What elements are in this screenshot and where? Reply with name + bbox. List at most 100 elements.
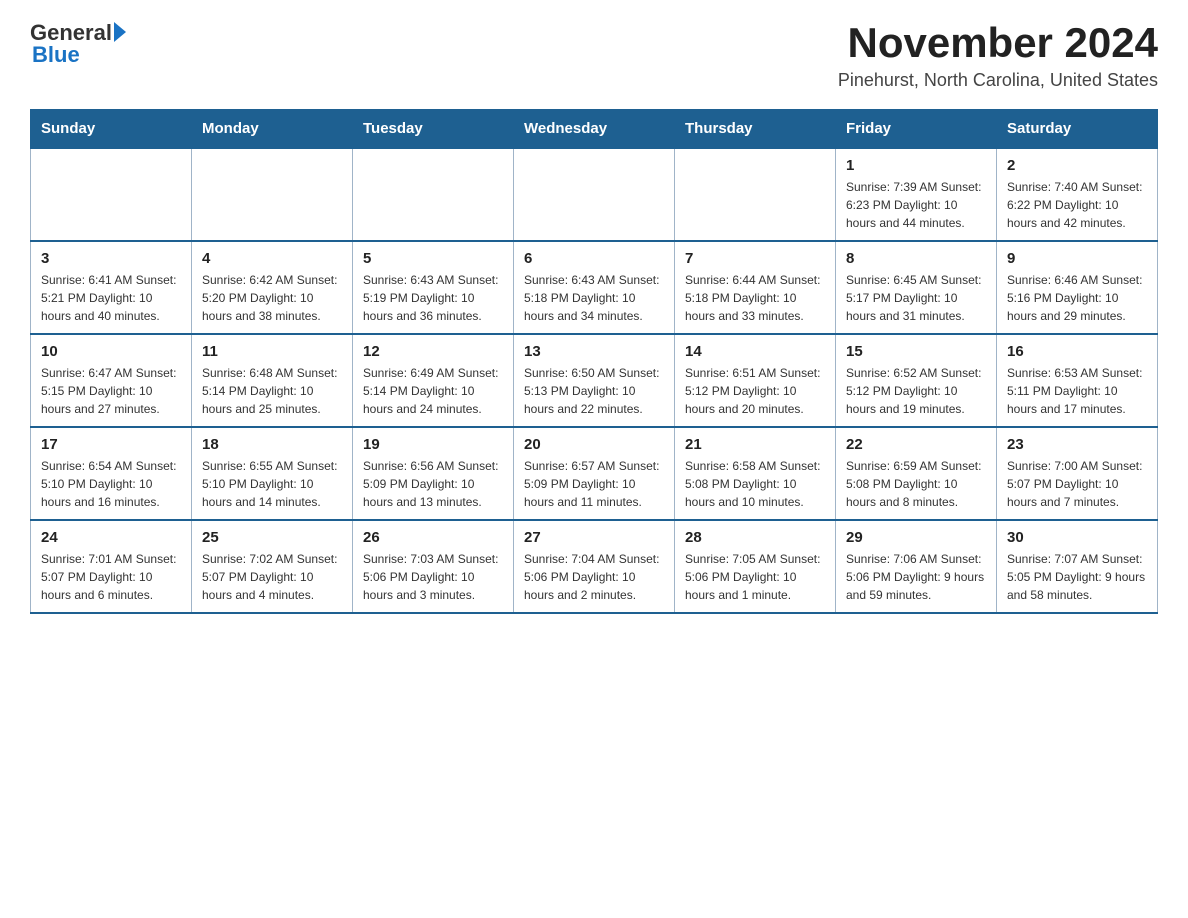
day-info: Sunrise: 6:51 AM Sunset: 5:12 PM Dayligh… (685, 364, 825, 418)
day-cell: 21Sunrise: 6:58 AM Sunset: 5:08 PM Dayli… (675, 427, 836, 520)
day-info: Sunrise: 6:43 AM Sunset: 5:19 PM Dayligh… (363, 271, 503, 325)
day-cell: 16 Sunrise: 6:53 AM Sunset: 5:11 PM Dayli… (997, 334, 1158, 427)
week-row-4: 17 Sunrise: 6:54 AM Sunset: 5:10 PM Dayli… (31, 427, 1158, 520)
day-info: Sunrise: 7:01 AM Sunset: 5:07 PM Dayligh… (41, 550, 181, 604)
day-number: 4 (202, 250, 342, 267)
days-of-week-row: SundayMondayTuesdayWednesdayThursdayFrid… (31, 110, 1158, 149)
day-cell: 17 Sunrise: 6:54 AM Sunset: 5:10 PM Dayli… (31, 427, 192, 520)
day-info: Sunrise: 6:53 AM Sunset: 5:11 PM Dayligh… (1007, 364, 1147, 418)
day-info: Sunrise: 6:56 AM Sunset: 5:09 PM Dayligh… (363, 457, 503, 511)
day-info: Sunrise: 6:54 AM Sunset: 5:10 PM Dayligh… (41, 457, 181, 511)
day-number: 26 (363, 529, 503, 546)
day-number: 11 (202, 343, 342, 360)
day-number: 18 (202, 436, 342, 453)
day-cell: 5 Sunrise: 6:43 AM Sunset: 5:19 PM Daylig… (353, 241, 514, 334)
day-number: 29 (846, 529, 986, 546)
day-cell: 12 Sunrise: 6:49 AM Sunset: 5:14 PM Dayli… (353, 334, 514, 427)
day-header-thursday: Thursday (675, 110, 836, 149)
day-info: Sunrise: 6:49 AM Sunset: 5:14 PM Dayligh… (363, 364, 503, 418)
day-info: Sunrise: 6:59 AM Sunset: 5:08 PM Dayligh… (846, 457, 986, 511)
day-cell: 6 Sunrise: 6:43 AM Sunset: 5:18 PM Daylig… (514, 241, 675, 334)
day-number: 13 (524, 343, 664, 360)
logo: General Blue (30, 20, 126, 68)
day-cell (31, 148, 192, 241)
day-info: Sunrise: 6:47 AM Sunset: 5:15 PM Dayligh… (41, 364, 181, 418)
day-info: Sunrise: 7:07 AM Sunset: 5:05 PM Dayligh… (1007, 550, 1147, 604)
day-number: 17 (41, 436, 181, 453)
day-info: Sunrise: 6:43 AM Sunset: 5:18 PM Dayligh… (524, 271, 664, 325)
week-row-2: 3Sunrise: 6:41 AM Sunset: 5:21 PM Daylig… (31, 241, 1158, 334)
page-header: General Blue November 2024 Pinehurst, No… (30, 20, 1158, 91)
day-cell: 8 Sunrise: 6:45 AM Sunset: 5:17 PM Daylig… (836, 241, 997, 334)
day-cell: 26 Sunrise: 7:03 AM Sunset: 5:06 PM Dayli… (353, 520, 514, 613)
day-info: Sunrise: 7:39 AM Sunset: 6:23 PM Dayligh… (846, 178, 986, 232)
day-number: 1 (846, 157, 986, 174)
day-cell: 7Sunrise: 6:44 AM Sunset: 5:18 PM Daylig… (675, 241, 836, 334)
day-number: 28 (685, 529, 825, 546)
day-info: Sunrise: 6:55 AM Sunset: 5:10 PM Dayligh… (202, 457, 342, 511)
day-info: Sunrise: 6:48 AM Sunset: 5:14 PM Dayligh… (202, 364, 342, 418)
day-cell: 15 Sunrise: 6:52 AM Sunset: 5:12 PM Dayli… (836, 334, 997, 427)
day-cell: 2 Sunrise: 7:40 AM Sunset: 6:22 PM Daylig… (997, 148, 1158, 241)
calendar-table: SundayMondayTuesdayWednesdayThursdayFrid… (30, 109, 1158, 614)
day-info: Sunrise: 6:45 AM Sunset: 5:17 PM Dayligh… (846, 271, 986, 325)
day-cell: 18 Sunrise: 6:55 AM Sunset: 5:10 PM Dayli… (192, 427, 353, 520)
day-number: 6 (524, 250, 664, 267)
calendar-header: SundayMondayTuesdayWednesdayThursdayFrid… (31, 110, 1158, 149)
day-info: Sunrise: 7:05 AM Sunset: 5:06 PM Dayligh… (685, 550, 825, 604)
day-header-wednesday: Wednesday (514, 110, 675, 149)
day-cell: 29 Sunrise: 7:06 AM Sunset: 5:06 PM Dayli… (836, 520, 997, 613)
title-area: November 2024 Pinehurst, North Carolina,… (838, 20, 1158, 91)
day-number: 27 (524, 529, 664, 546)
day-info: Sunrise: 7:06 AM Sunset: 5:06 PM Dayligh… (846, 550, 986, 604)
day-info: Sunrise: 7:40 AM Sunset: 6:22 PM Dayligh… (1007, 178, 1147, 232)
day-info: Sunrise: 7:04 AM Sunset: 5:06 PM Dayligh… (524, 550, 664, 604)
day-number: 8 (846, 250, 986, 267)
day-number: 16 (1007, 343, 1147, 360)
day-cell: 11 Sunrise: 6:48 AM Sunset: 5:14 PM Dayli… (192, 334, 353, 427)
day-number: 5 (363, 250, 503, 267)
day-header-friday: Friday (836, 110, 997, 149)
day-cell: 14Sunrise: 6:51 AM Sunset: 5:12 PM Dayli… (675, 334, 836, 427)
day-number: 24 (41, 529, 181, 546)
day-cell: 22 Sunrise: 6:59 AM Sunset: 5:08 PM Dayli… (836, 427, 997, 520)
day-info: Sunrise: 6:52 AM Sunset: 5:12 PM Dayligh… (846, 364, 986, 418)
day-cell: 28 Sunrise: 7:05 AM Sunset: 5:06 PM Dayli… (675, 520, 836, 613)
day-info: Sunrise: 7:02 AM Sunset: 5:07 PM Dayligh… (202, 550, 342, 604)
day-number: 22 (846, 436, 986, 453)
day-info: Sunrise: 6:46 AM Sunset: 5:16 PM Dayligh… (1007, 271, 1147, 325)
day-cell (675, 148, 836, 241)
day-cell: 10 Sunrise: 6:47 AM Sunset: 5:15 PM Dayli… (31, 334, 192, 427)
day-cell: 25 Sunrise: 7:02 AM Sunset: 5:07 PM Dayli… (192, 520, 353, 613)
week-row-1: 1 Sunrise: 7:39 AM Sunset: 6:23 PM Daylig… (31, 148, 1158, 241)
day-number: 15 (846, 343, 986, 360)
day-number: 30 (1007, 529, 1147, 546)
day-number: 7 (685, 250, 825, 267)
day-cell: 30 Sunrise: 7:07 AM Sunset: 5:05 PM Dayli… (997, 520, 1158, 613)
day-cell: 4Sunrise: 6:42 AM Sunset: 5:20 PM Daylig… (192, 241, 353, 334)
day-number: 9 (1007, 250, 1147, 267)
calendar-body: 1 Sunrise: 7:39 AM Sunset: 6:23 PM Daylig… (31, 148, 1158, 613)
day-cell (353, 148, 514, 241)
day-cell: 1 Sunrise: 7:39 AM Sunset: 6:23 PM Daylig… (836, 148, 997, 241)
calendar-subtitle: Pinehurst, North Carolina, United States (838, 70, 1158, 91)
day-info: Sunrise: 7:03 AM Sunset: 5:06 PM Dayligh… (363, 550, 503, 604)
day-cell: 27 Sunrise: 7:04 AM Sunset: 5:06 PM Dayli… (514, 520, 675, 613)
logo-blue-text: Blue (32, 42, 80, 68)
day-info: Sunrise: 7:00 AM Sunset: 5:07 PM Dayligh… (1007, 457, 1147, 511)
day-number: 2 (1007, 157, 1147, 174)
day-cell: 3Sunrise: 6:41 AM Sunset: 5:21 PM Daylig… (31, 241, 192, 334)
day-cell: 13Sunrise: 6:50 AM Sunset: 5:13 PM Dayli… (514, 334, 675, 427)
day-cell: 9 Sunrise: 6:46 AM Sunset: 5:16 PM Daylig… (997, 241, 1158, 334)
day-number: 21 (685, 436, 825, 453)
day-cell (192, 148, 353, 241)
day-cell (514, 148, 675, 241)
day-number: 12 (363, 343, 503, 360)
day-number: 10 (41, 343, 181, 360)
day-number: 25 (202, 529, 342, 546)
day-info: Sunrise: 6:41 AM Sunset: 5:21 PM Dayligh… (41, 271, 181, 325)
day-header-saturday: Saturday (997, 110, 1158, 149)
week-row-5: 24 Sunrise: 7:01 AM Sunset: 5:07 PM Dayli… (31, 520, 1158, 613)
calendar-title: November 2024 (838, 20, 1158, 66)
day-header-sunday: Sunday (31, 110, 192, 149)
